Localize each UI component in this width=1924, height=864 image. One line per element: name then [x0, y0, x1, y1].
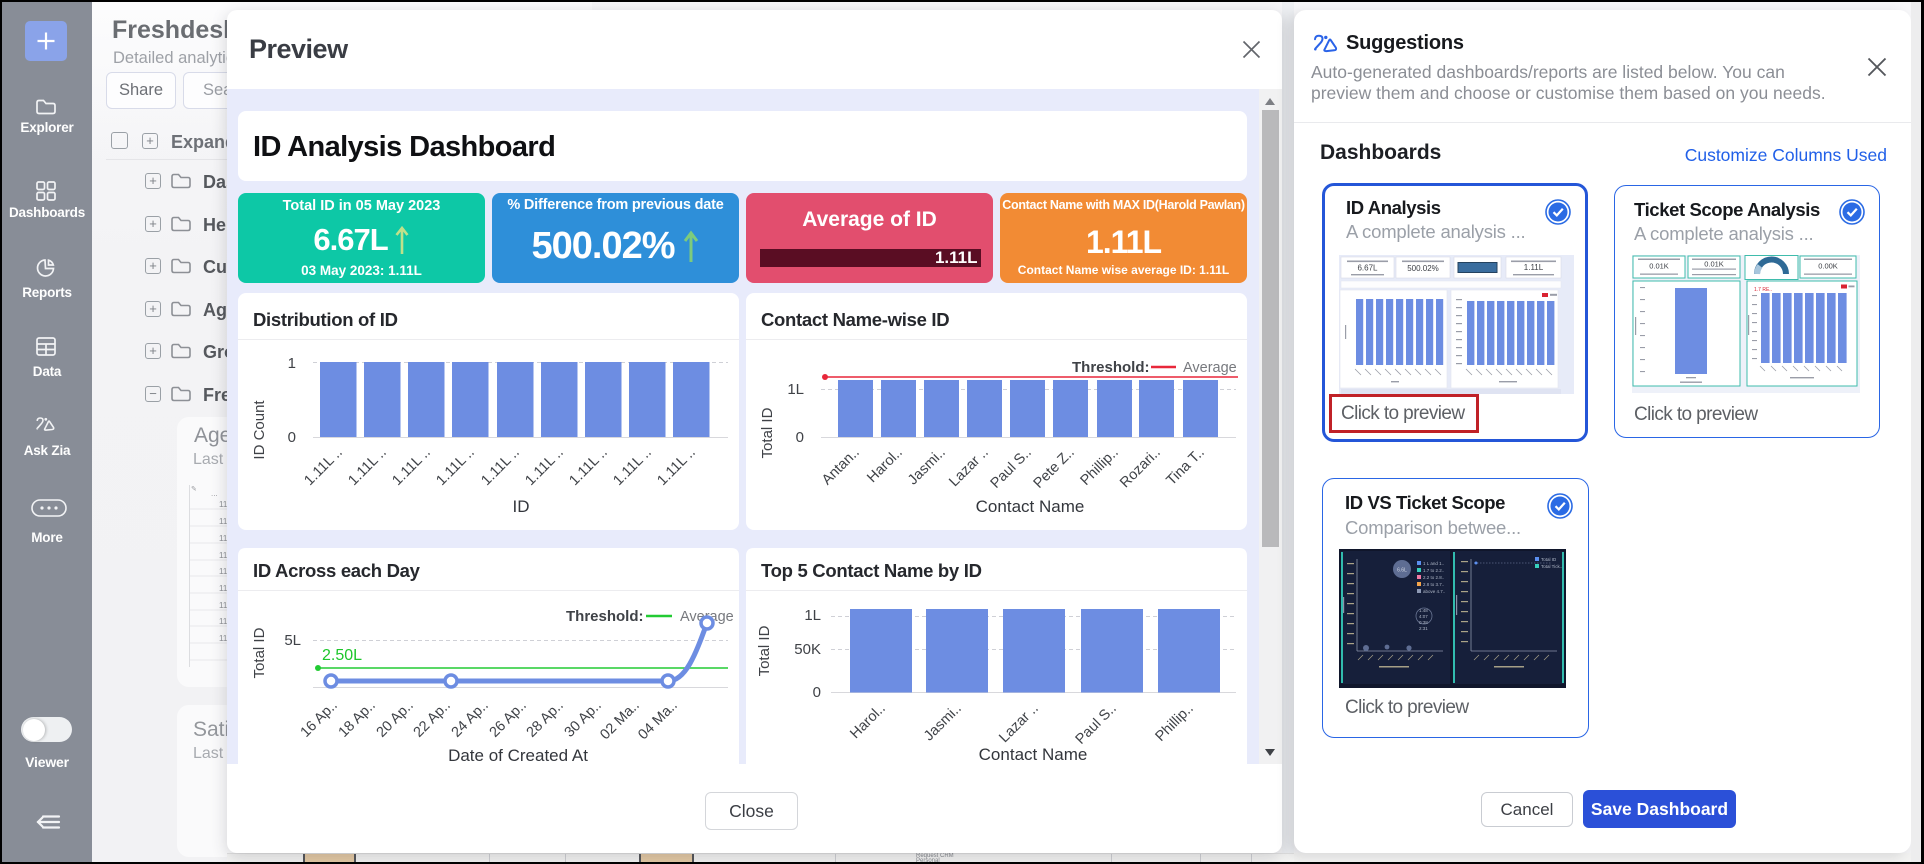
svg-text:0: 0 — [288, 429, 296, 446]
svg-text:6.6L: 6.6L — [1397, 568, 1407, 574]
svg-text:Total ID: Total ID — [756, 625, 773, 676]
svg-text:1 L and 1..: 1 L and 1.. — [1423, 561, 1444, 566]
svg-text:0:38: 0:38 — [1419, 620, 1428, 625]
svg-text:0.01K: 0.01K — [1649, 262, 1669, 271]
svg-text:0.01K: 0.01K — [1704, 260, 1724, 269]
svg-text:Contact Name: Contact Name — [976, 497, 1085, 516]
svg-text:50K: 50K — [794, 641, 821, 658]
svg-text:ID Across each Day: ID Across each Day — [253, 560, 421, 581]
svg-text:1: 1 — [288, 355, 296, 372]
svg-text:above 4.7..: above 4.7.. — [1423, 589, 1445, 594]
svg-text:0: 0 — [796, 429, 804, 446]
svg-text:✎: ✎ — [191, 486, 197, 493]
svg-text:Total ID: Total ID — [759, 407, 776, 458]
svg-text:4:07: 4:07 — [1419, 614, 1428, 619]
svg-text:1.7 RE..: 1.7 RE.. — [1754, 287, 1772, 293]
svg-text:Threshold:: Threshold: — [566, 608, 644, 625]
svg-text:0.00K: 0.00K — [1818, 262, 1838, 271]
svg-text:2.8 to 3.7..: 2.8 to 3.7.. — [1423, 582, 1444, 587]
svg-text:...: ... — [211, 489, 218, 498]
svg-text:Top 5 Contact Name by ID: Top 5 Contact Name by ID — [761, 560, 982, 581]
svg-text:1.11L: 1.11L — [1524, 263, 1544, 272]
svg-text:Date of Created At: Date of Created At — [448, 746, 588, 764]
svg-text:5L: 5L — [284, 632, 301, 649]
svg-text:Distribution of ID: Distribution of ID — [253, 309, 398, 330]
svg-text:Average: Average — [1183, 360, 1237, 376]
svg-text:1.7 to 2.2..: 1.7 to 2.2.. — [1423, 568, 1444, 573]
svg-text:Total Tick..: Total Tick.. — [1541, 564, 1562, 569]
svg-text:ID: ID — [513, 497, 530, 516]
svg-text:6.67L: 6.67L — [1357, 264, 1378, 273]
svg-text:Contact Name-wise ID: Contact Name-wise ID — [761, 309, 949, 330]
svg-text:Threshold:: Threshold: — [1072, 359, 1150, 376]
svg-text:2.50L: 2.50L — [322, 647, 362, 664]
svg-text:1:48: 1:48 — [1419, 608, 1428, 613]
svg-text:ID Count: ID Count — [251, 400, 268, 460]
svg-text:Total ID: Total ID — [251, 627, 268, 678]
svg-text:Contact Name: Contact Name — [979, 745, 1088, 764]
svg-text:2.2 to 2.8..: 2.2 to 2.8.. — [1423, 575, 1444, 580]
svg-text:0: 0 — [813, 684, 821, 701]
svg-text:2:31: 2:31 — [1419, 626, 1428, 631]
svg-text:1L: 1L — [804, 607, 821, 624]
svg-text:1L: 1L — [787, 381, 804, 398]
svg-text:Total ID: Total ID — [1541, 557, 1557, 562]
svg-text:500.02%: 500.02% — [1407, 264, 1439, 273]
